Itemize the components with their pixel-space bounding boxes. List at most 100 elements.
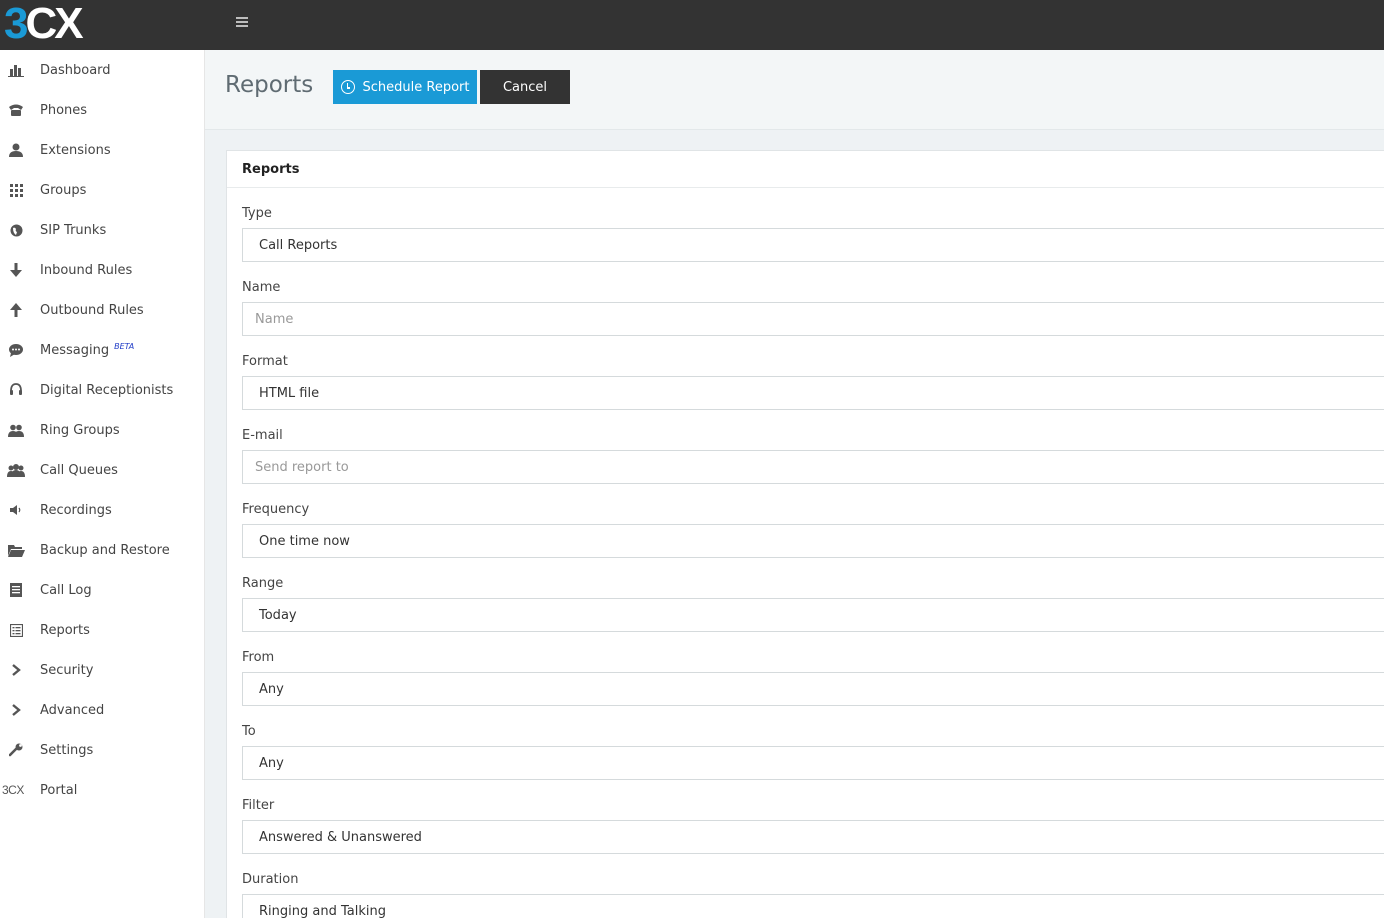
- from-label: From: [242, 650, 275, 665]
- page-header: Reports Schedule Report Cancel: [205, 50, 1384, 130]
- panel-title: Reports: [227, 151, 1384, 188]
- to-select[interactable]: Any: [242, 746, 1384, 780]
- clock-icon: [340, 80, 355, 94]
- from-select[interactable]: Any: [242, 672, 1384, 706]
- sidebar-item-recordings[interactable]: Recordings: [0, 490, 204, 530]
- sidebar-item-security[interactable]: Security: [0, 650, 204, 690]
- arrow-up-icon: [7, 301, 25, 319]
- reports-panel: Reports Type Call Reports Name Name Form…: [226, 150, 1384, 918]
- frequency-field: Frequency One time now: [242, 502, 1384, 558]
- sidebar-item-reports[interactable]: Reports: [0, 610, 204, 650]
- format-select[interactable]: HTML file: [242, 376, 1384, 410]
- page-title: Reports: [225, 72, 314, 98]
- format-field: Format HTML file: [242, 354, 1384, 410]
- range-label: Range: [242, 576, 284, 591]
- sidebar-item-label: Ring Groups: [40, 422, 120, 438]
- sidebar-item-label: Settings: [40, 742, 94, 758]
- range-field: Range Today: [242, 576, 1384, 632]
- sidebar-item-label: Outbound Rules: [40, 302, 144, 318]
- schedule-report-label: Schedule Report: [362, 79, 470, 95]
- sidebar-item-label: Phones: [40, 102, 88, 118]
- main-content: Reports Schedule Report Cancel Reports T…: [205, 50, 1384, 918]
- users-icon: [7, 421, 25, 439]
- name-input[interactable]: Name: [242, 302, 1384, 336]
- headset-icon: [7, 381, 25, 399]
- chevron-right-icon: [7, 661, 25, 679]
- chat-icon: [7, 341, 25, 359]
- wrench-icon: [7, 741, 25, 759]
- sidebar: Dashboard Phones Extensions Groups SIP T…: [0, 50, 205, 918]
- globe-icon: [7, 221, 25, 239]
- range-select[interactable]: Today: [242, 598, 1384, 632]
- sidebar-item-label: Messaging BETA: [40, 342, 134, 358]
- sidebar-item-label: Groups: [40, 182, 87, 198]
- sidebar-item-phones[interactable]: Phones: [0, 90, 204, 130]
- sidebar-item-messaging[interactable]: Messaging BETA: [0, 330, 204, 370]
- sidebar-item-label: Extensions: [40, 142, 111, 158]
- menu-toggle-icon[interactable]: [236, 17, 250, 31]
- sidebar-item-label: Call Queues: [40, 462, 118, 478]
- sidebar-item-inbound-rules[interactable]: Inbound Rules: [0, 250, 204, 290]
- email-label: E-mail: [242, 428, 283, 443]
- sidebar-item-sip-trunks[interactable]: SIP Trunks: [0, 210, 204, 250]
- sidebar-item-portal[interactable]: 3CX Portal: [0, 770, 204, 810]
- format-label: Format: [242, 354, 288, 369]
- frequency-label: Frequency: [242, 502, 310, 517]
- sidebar-item-label: Security: [40, 662, 94, 678]
- sidebar-item-call-queues[interactable]: Call Queues: [0, 450, 204, 490]
- name-label: Name: [242, 280, 281, 295]
- cancel-button[interactable]: Cancel: [480, 70, 570, 104]
- sidebar-item-outbound-rules[interactable]: Outbound Rules: [0, 290, 204, 330]
- sidebar-item-label: Recordings: [40, 502, 112, 518]
- sidebar-item-label: Dashboard: [40, 62, 111, 78]
- duration-label: Duration: [242, 872, 299, 887]
- sidebar-item-extensions[interactable]: Extensions: [0, 130, 204, 170]
- to-field: To Any: [242, 724, 1384, 780]
- from-field: From Any: [242, 650, 1384, 706]
- folder-open-icon: [7, 541, 25, 559]
- sidebar-item-dashboard[interactable]: Dashboard: [0, 50, 204, 90]
- schedule-report-button[interactable]: Schedule Report: [333, 70, 477, 104]
- duration-select[interactable]: Ringing and Talking: [242, 894, 1384, 918]
- filter-field: Filter Answered & Unanswered: [242, 798, 1384, 854]
- sidebar-item-backup-restore[interactable]: Backup and Restore: [0, 530, 204, 570]
- messaging-label: Messaging: [40, 342, 110, 358]
- 3cx-icon: 3CX: [2, 783, 24, 797]
- sidebar-item-settings[interactable]: Settings: [0, 730, 204, 770]
- chevron-right-icon: [7, 701, 25, 719]
- bar-chart-icon: [7, 61, 25, 79]
- sidebar-item-label: Call Log: [40, 582, 92, 598]
- logo-3: 3: [4, 0, 29, 48]
- user-icon: [7, 141, 25, 159]
- sidebar-item-label: Digital Receptionists: [40, 382, 174, 398]
- list-icon: [7, 581, 25, 599]
- sidebar-item-label: Backup and Restore: [40, 542, 170, 558]
- users-group-icon: [7, 461, 25, 479]
- filter-select[interactable]: Answered & Unanswered: [242, 820, 1384, 854]
- sidebar-item-label: Advanced: [40, 702, 105, 718]
- report-icon: [7, 621, 25, 639]
- sidebar-item-label: Reports: [40, 622, 90, 638]
- email-input[interactable]: Send report to: [242, 450, 1384, 484]
- sidebar-item-call-log[interactable]: Call Log: [0, 570, 204, 610]
- sidebar-item-groups[interactable]: Groups: [0, 170, 204, 210]
- type-field: Type Call Reports: [242, 206, 1384, 262]
- type-label: Type: [242, 206, 272, 221]
- 3cx-logo[interactable]: 3CX: [4, 2, 100, 46]
- duration-field: Duration Ringing and Talking: [242, 872, 1384, 918]
- top-bar: 3CX: [0, 0, 1384, 50]
- arrow-down-icon: [7, 261, 25, 279]
- to-label: To: [242, 724, 256, 739]
- phone-icon: [7, 101, 25, 119]
- volume-icon: [7, 501, 25, 519]
- sidebar-item-label: SIP Trunks: [40, 222, 107, 238]
- email-field: E-mail Send report to: [242, 428, 1384, 484]
- logo-cx: CX: [25, 0, 83, 48]
- sidebar-item-label: Portal: [40, 782, 78, 798]
- frequency-select[interactable]: One time now: [242, 524, 1384, 558]
- sidebar-item-digital-receptionists[interactable]: Digital Receptionists: [0, 370, 204, 410]
- type-select[interactable]: Call Reports: [242, 228, 1384, 262]
- sidebar-item-ring-groups[interactable]: Ring Groups: [0, 410, 204, 450]
- sidebar-item-advanced[interactable]: Advanced: [0, 690, 204, 730]
- filter-label: Filter: [242, 798, 275, 813]
